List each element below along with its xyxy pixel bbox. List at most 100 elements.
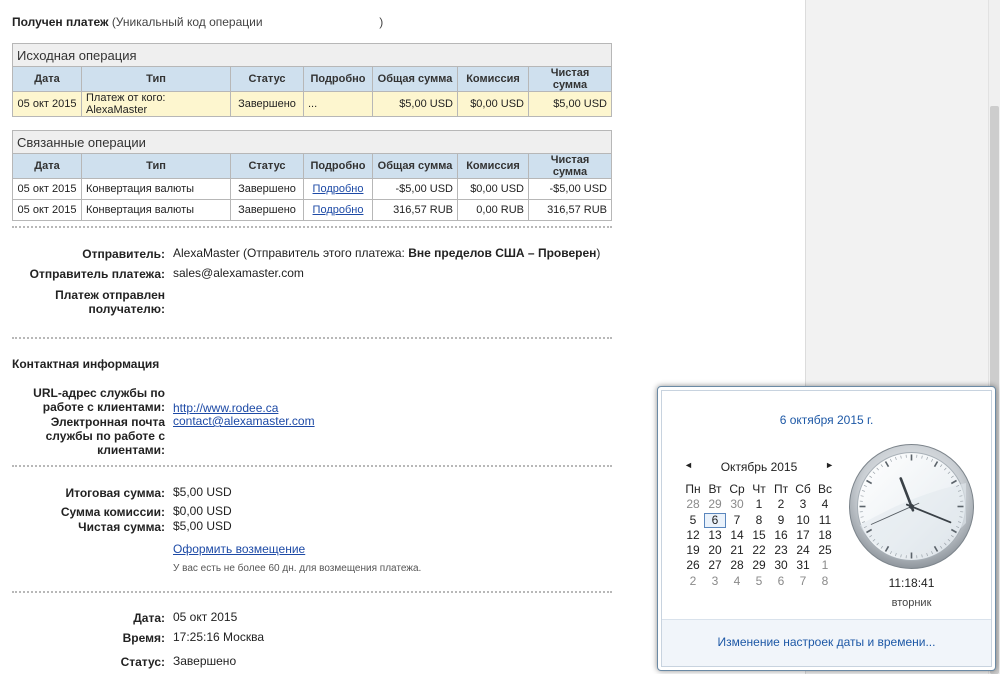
- calendar-week-row: 28 29 30 1 2 3 4: [682, 497, 836, 512]
- calendar-day[interactable]: 11: [814, 513, 836, 528]
- column-header: Дата: [12, 66, 82, 92]
- calendar-day[interactable]: 30: [726, 497, 748, 512]
- calendar-day[interactable]: 3: [704, 574, 726, 589]
- calendar-day[interactable]: 12: [682, 528, 704, 543]
- column-header: Комиссия: [457, 66, 529, 92]
- calendar-day[interactable]: 13: [704, 528, 726, 543]
- calendar-week-row: 26 27 28 29 30 31 1: [682, 558, 836, 573]
- calendar-day[interactable]: 25: [814, 543, 836, 558]
- calendar-day[interactable]: 7: [792, 574, 814, 589]
- calendar-day[interactable]: 2: [682, 574, 704, 589]
- calendar-day[interactable]: 15: [748, 528, 770, 543]
- calendar-day[interactable]: 5: [682, 513, 704, 528]
- calendar-day[interactable]: 18: [814, 528, 836, 543]
- column-header: Тип: [81, 153, 231, 179]
- table-row[interactable]: 05 окт 2015 Платеж от кого: AlexaMaster …: [12, 91, 612, 117]
- calendar-weekday: Сб: [795, 482, 811, 496]
- calendar-day[interactable]: 6: [770, 574, 792, 589]
- column-header: Тип: [81, 66, 231, 92]
- calendar-day[interactable]: 5: [748, 574, 770, 589]
- column-header: Общая сумма: [372, 66, 458, 92]
- calendar-week-row: 5 6 7 8 9 10 11: [682, 512, 836, 528]
- service-email-link[interactable]: contact@alexamaster.com: [173, 414, 315, 428]
- calendar-day[interactable]: 30: [770, 558, 792, 573]
- calendar-day[interactable]: 14: [726, 528, 748, 543]
- analog-clock: [849, 444, 974, 569]
- net-amount-value: $5,00 USD: [173, 519, 232, 533]
- calendar-day[interactable]: 24: [792, 543, 814, 558]
- details-link[interactable]: Подробно: [313, 204, 364, 216]
- calendar-day[interactable]: 17: [792, 528, 814, 543]
- service-url-link[interactable]: http://www.rodee.ca: [173, 401, 278, 415]
- calendar-day[interactable]: 23: [770, 543, 792, 558]
- details-link[interactable]: Подробно: [313, 183, 364, 195]
- clock-center-pin: [909, 504, 914, 509]
- divider: [12, 337, 612, 339]
- calendar-day[interactable]: 28: [726, 558, 748, 573]
- time-label: Время:: [122, 631, 165, 645]
- calendar-day[interactable]: 4: [726, 574, 748, 589]
- calendar-weekday: Чт: [752, 482, 766, 496]
- status-label: Статус:: [120, 655, 165, 669]
- column-header: Статус: [230, 66, 304, 92]
- calendar-day[interactable]: 1: [748, 497, 770, 512]
- calendar-day[interactable]: 20: [704, 543, 726, 558]
- weekday-label: вторник: [891, 597, 932, 609]
- column-header: Статус: [230, 153, 304, 179]
- related-transactions-table: Связанные операции Дата Тип Статус Подро…: [12, 130, 612, 221]
- calendar-day[interactable]: 29: [748, 558, 770, 573]
- calendar-day[interactable]: 10: [792, 513, 814, 528]
- transaction-code-label: (Уникальный код операции: [111, 15, 263, 29]
- column-header: Дата: [12, 153, 82, 179]
- calendar-day[interactable]: 9: [770, 513, 792, 528]
- refund-note: У вас есть не более 60 дн. для возмещени…: [173, 563, 422, 574]
- calendar-day[interactable]: 27: [704, 558, 726, 573]
- full-date-link[interactable]: 6 октября 2015 г.: [662, 413, 991, 427]
- calendar-day[interactable]: 19: [682, 543, 704, 558]
- details-ellipsis[interactable]: ...: [303, 91, 373, 117]
- change-date-time-settings-link[interactable]: Изменение настроек даты и времени...: [662, 635, 991, 649]
- calendar-day-today[interactable]: 6: [704, 512, 726, 528]
- net-amount-label: Чистая сумма:: [78, 520, 165, 534]
- calendar-day[interactable]: 2: [770, 497, 792, 512]
- sender-value: AlexaMaster (Отправитель этого платежа: …: [173, 246, 601, 260]
- fee-amount-value: $0,00 USD: [173, 504, 232, 518]
- service-email-label: Электронная почта службы по работе с кли…: [45, 415, 165, 457]
- calendar-weekday: Пт: [773, 482, 789, 496]
- calendar-day[interactable]: 1: [814, 558, 836, 573]
- calendar-weekday: Ср: [729, 482, 745, 496]
- status-value: Завершено: [173, 654, 237, 668]
- sent-to-label: Платеж отправлен получателю:: [55, 288, 165, 316]
- table-row: 05 окт 2015 Конвертация валюты Завершено…: [12, 199, 612, 221]
- calendar-month-label[interactable]: Октябрь 2015: [684, 460, 834, 474]
- calendar-day[interactable]: 21: [726, 543, 748, 558]
- calendar-day[interactable]: 3: [792, 497, 814, 512]
- calendar-day[interactable]: 16: [770, 528, 792, 543]
- sender-label: Отправитель:: [82, 247, 165, 261]
- calendar-day[interactable]: 28: [682, 497, 704, 512]
- service-url-label: URL-адрес службы по работе с клиентами:: [33, 386, 165, 414]
- calendar-day[interactable]: 26: [682, 558, 704, 573]
- refund-link[interactable]: Оформить возмещение: [173, 542, 305, 556]
- calendar-day[interactable]: 8: [814, 574, 836, 589]
- next-month-icon[interactable]: ►: [825, 460, 834, 470]
- popup-footer: Изменение настроек даты и времени...: [662, 619, 991, 666]
- column-header: Общая сумма: [372, 153, 458, 179]
- calendar-day[interactable]: 7: [726, 513, 748, 528]
- total-amount-value: $5,00 USD: [173, 485, 232, 499]
- column-header: Чистая сумма: [528, 66, 612, 92]
- calendar-day[interactable]: 4: [814, 497, 836, 512]
- calendar-week-row: 12 13 14 15 16 17 18: [682, 528, 836, 543]
- calendar-week-row: 2345678: [682, 574, 836, 589]
- calendar-day[interactable]: 31: [792, 558, 814, 573]
- calendar-day[interactable]: 22: [748, 543, 770, 558]
- fee-amount-label: Сумма комиссии:: [60, 505, 165, 519]
- table-caption: Исходная операция: [12, 43, 612, 67]
- date-label: Дата:: [133, 611, 165, 625]
- digital-time: 11:18:41: [888, 576, 935, 590]
- calendar-day[interactable]: 8: [748, 513, 770, 528]
- payment-sender-email: sales@alexamaster.com: [173, 266, 304, 280]
- date-value: 05 окт 2015: [173, 610, 238, 624]
- contact-section-title: Контактная информация: [12, 357, 160, 371]
- calendar-day[interactable]: 29: [704, 497, 726, 512]
